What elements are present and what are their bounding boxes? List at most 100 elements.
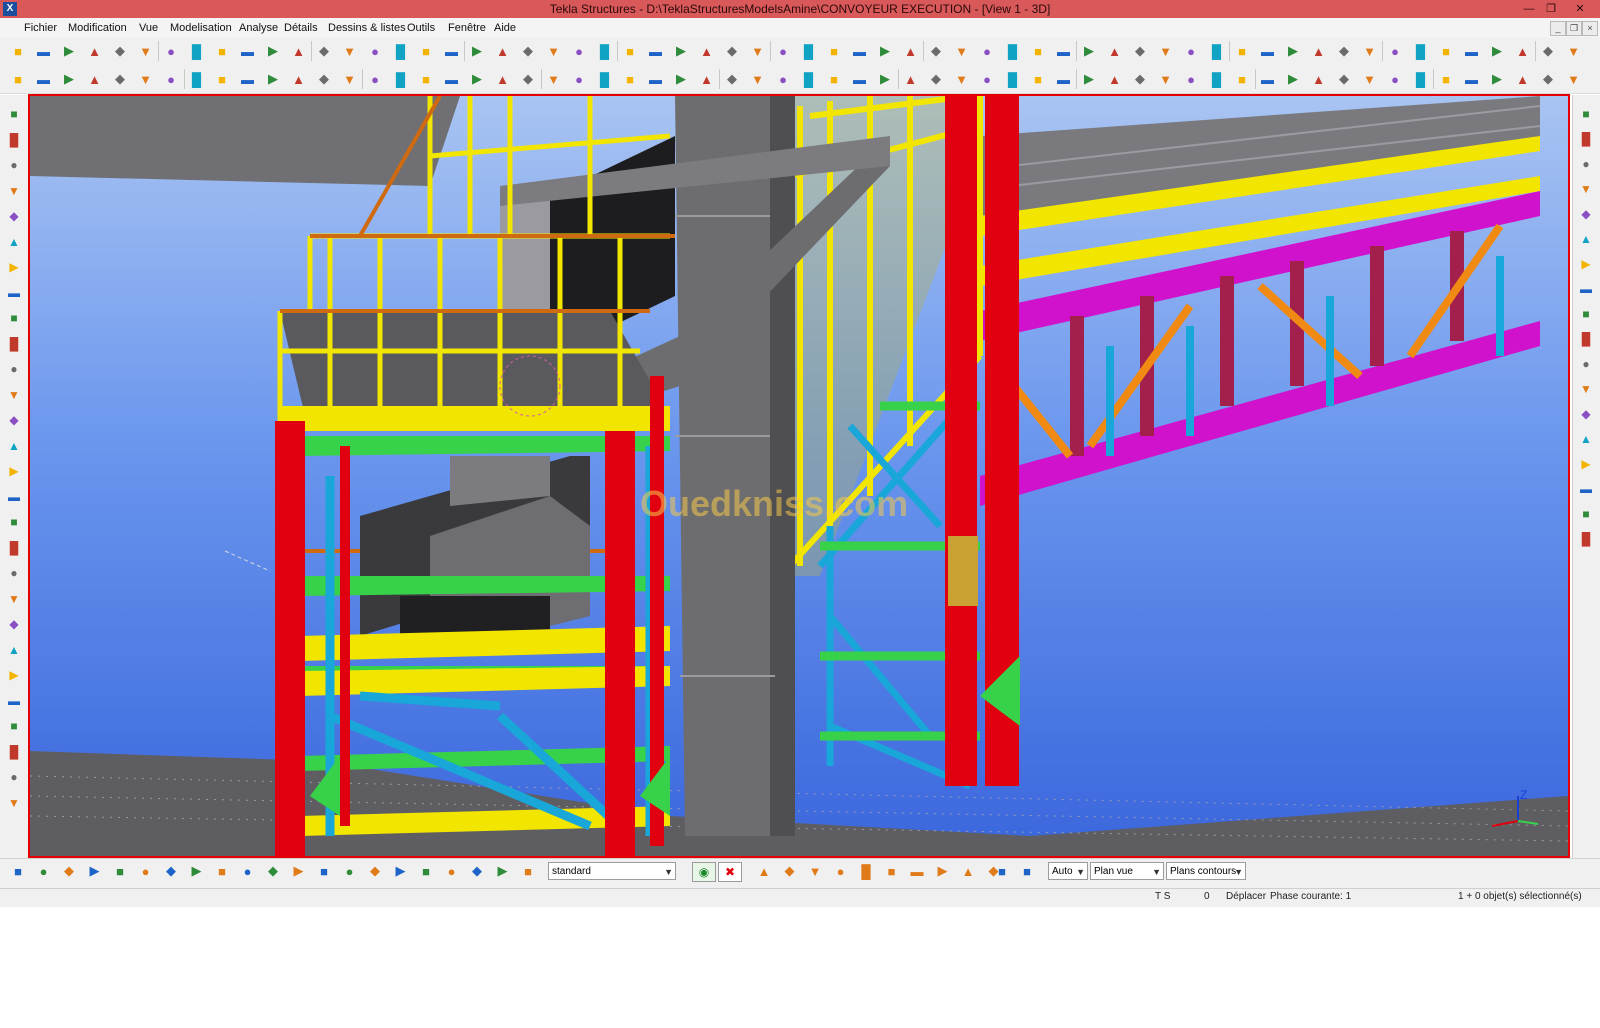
main-toolbar-measure-icon[interactable]: ▲ [1105,41,1125,61]
modeling-toolbar-settings-icon[interactable]: █ [1207,69,1227,89]
main-toolbar-beam-icon[interactable]: ▬ [238,41,258,61]
selection-switch-icon[interactable]: ◆ [467,861,487,881]
main-toolbar-column-icon[interactable]: ▶ [875,41,895,61]
selection-switch-icon[interactable]: ■ [518,861,538,881]
modeling-toolbar-beam-icon[interactable]: ▬ [238,69,258,89]
main-toolbar-save-icon[interactable]: ▶ [59,41,79,61]
close-icon[interactable]: ✕ [1563,0,1597,18]
left-palette-weld-icon[interactable]: █ [4,334,24,354]
main-toolbar-copy-icon[interactable]: ▼ [1360,41,1380,61]
modeling-toolbar-plate-icon[interactable]: ▲ [901,69,921,89]
modeling-toolbar-plate-icon[interactable]: ▲ [1513,69,1533,89]
menu-modification[interactable]: Modification [68,20,127,36]
selection-switch-icon[interactable]: ● [34,861,54,881]
main-toolbar-plate-icon[interactable]: ▲ [901,41,921,61]
right-palette-bolt-icon[interactable]: ■ [1576,304,1596,324]
main-toolbar-filter-icon[interactable]: ● [1181,41,1201,61]
modeling-toolbar-copy-icon[interactable]: ▼ [748,69,768,89]
main-toolbar-redo-icon[interactable]: ◆ [1334,41,1354,61]
modeling-toolbar-bolt-icon[interactable]: ◆ [1538,69,1558,89]
main-toolbar-copy-icon[interactable]: ▼ [748,41,768,61]
selection-switch-icon[interactable]: ● [136,861,156,881]
left-palette-beam-icon[interactable]: ▲ [4,232,24,252]
menu-vue[interactable]: Vue [139,20,158,36]
main-toolbar-redo-icon[interactable]: ◆ [110,41,130,61]
selection-switch-icon[interactable]: ■ [212,861,232,881]
right-palette-view-icon[interactable]: ● [1576,354,1596,374]
main-toolbar-undo-icon[interactable]: ▲ [85,41,105,61]
selection-switch-icon[interactable]: ▶ [289,861,309,881]
selection-switch-icon[interactable]: ▶ [391,861,411,881]
modeling-toolbar-open-icon[interactable]: ▬ [34,69,54,89]
left-palette-grid-icon[interactable]: █ [4,538,24,558]
main-toolbar-beam-icon[interactable]: ▬ [1462,41,1482,61]
modeling-toolbar-new-icon[interactable]: ■ [8,69,28,89]
main-toolbar-settings-icon[interactable]: █ [1207,41,1227,61]
main-toolbar-bolt-icon[interactable]: ◆ [926,41,946,61]
modeling-toolbar-paste-icon[interactable]: ● [1385,69,1405,89]
left-palette-open-icon[interactable]: ▲ [4,640,24,660]
modeling-toolbar-pan-icon[interactable]: ▶ [467,69,487,89]
left-palette-undo-icon[interactable]: ▬ [4,691,24,711]
main-toolbar-rotate-icon[interactable]: ▬ [442,41,462,61]
main-toolbar-cut-icon[interactable]: █ [187,41,207,61]
main-toolbar-plate-icon[interactable]: ▲ [1513,41,1533,61]
menu-fenetre[interactable]: Fenêtre [448,20,486,36]
main-toolbar-save-icon[interactable]: ▶ [671,41,691,61]
left-palette-settings-icon[interactable]: ▼ [4,589,24,609]
modeling-toolbar-redo-icon[interactable]: ◆ [110,69,130,89]
menu-modelisation[interactable]: Modelisation [170,20,232,36]
main-toolbar-pan-icon[interactable]: ▶ [1079,41,1099,61]
left-palette-zoom-out-icon[interactable]: ◆ [4,410,24,430]
right-palette-zoom-out-icon[interactable]: ◆ [1576,404,1596,424]
left-palette-copy-icon[interactable]: █ [4,742,24,762]
select-all-icon[interactable]: ◉ [692,862,716,882]
main-toolbar-copy-icon[interactable]: ▼ [136,41,156,61]
modeling-toolbar-rotate-icon[interactable]: ▬ [1054,69,1074,89]
view-mode-icon[interactable]: ■ [992,861,1012,881]
left-palette-snap-icon[interactable]: ■ [4,512,24,532]
right-palette-pan-icon[interactable]: ▶ [1576,454,1596,474]
right-palette-weld-icon[interactable]: █ [1576,329,1596,349]
right-palette-paste-icon[interactable]: ● [1576,154,1596,174]
main-toolbar-new-icon[interactable]: ■ [1232,41,1252,61]
modeling-toolbar-undo-icon[interactable]: ▲ [697,69,717,89]
contours-select[interactable]: Plans contours ▼ [1166,862,1246,880]
main-toolbar-undo-icon[interactable]: ▲ [697,41,717,61]
main-toolbar-cut-icon[interactable]: █ [1411,41,1431,61]
mdi-minimize-icon[interactable]: _ [1550,21,1566,36]
menu-analyse[interactable]: Analyse [239,20,278,36]
modeling-toolbar-column-icon[interactable]: ▶ [875,69,895,89]
modeling-toolbar-beam-icon[interactable]: ▬ [1462,69,1482,89]
modeling-toolbar-copy-icon[interactable]: ▼ [1360,69,1380,89]
modeling-toolbar-new-icon[interactable]: ■ [620,69,640,89]
main-toolbar-view-icon[interactable]: ● [977,41,997,61]
main-toolbar-column-icon[interactable]: ▶ [263,41,283,61]
selection-filter-select[interactable]: standard ▼ [548,862,676,880]
modeling-toolbar-paste-icon[interactable]: ● [773,69,793,89]
modeling-toolbar-view-icon[interactable]: ● [365,69,385,89]
modeling-toolbar-open-icon[interactable]: ▬ [1258,69,1278,89]
selection-switch-icon[interactable]: ■ [110,861,130,881]
right-palette-select-icon[interactable]: ◆ [1576,204,1596,224]
modeling-toolbar-column-icon[interactable]: ▶ [263,69,283,89]
modeling-toolbar-weld-icon[interactable]: ▼ [952,69,972,89]
modeling-toolbar-column-icon[interactable]: ▶ [1487,69,1507,89]
modeling-toolbar-pan-icon[interactable]: ▶ [1079,69,1099,89]
main-toolbar-column-icon[interactable]: ▶ [1487,41,1507,61]
left-palette-redo-icon[interactable]: ■ [4,104,24,124]
main-toolbar-bolt-icon[interactable]: ◆ [1538,41,1558,61]
left-palette-paste-icon[interactable]: ● [4,767,24,787]
modeling-toolbar-bolt-icon[interactable]: ◆ [314,69,334,89]
left-palette-select-icon[interactable]: ◆ [4,206,24,226]
main-toolbar-undo-icon[interactable]: ▲ [1309,41,1329,61]
depth-select[interactable]: Auto ▼ [1048,862,1088,880]
modeling-toolbar-weld-icon[interactable]: ▼ [1564,69,1584,89]
left-palette-pan-icon[interactable]: ▶ [4,461,24,481]
modeling-toolbar-filter-icon[interactable]: ● [569,69,589,89]
main-toolbar-save-icon[interactable]: ▶ [1283,41,1303,61]
main-toolbar-weld-icon[interactable]: ▼ [952,41,972,61]
modeling-toolbar-new-icon[interactable]: ■ [1232,69,1252,89]
modeling-toolbar-redo-icon[interactable]: ◆ [1334,69,1354,89]
modeling-toolbar-select-icon[interactable]: ■ [212,69,232,89]
